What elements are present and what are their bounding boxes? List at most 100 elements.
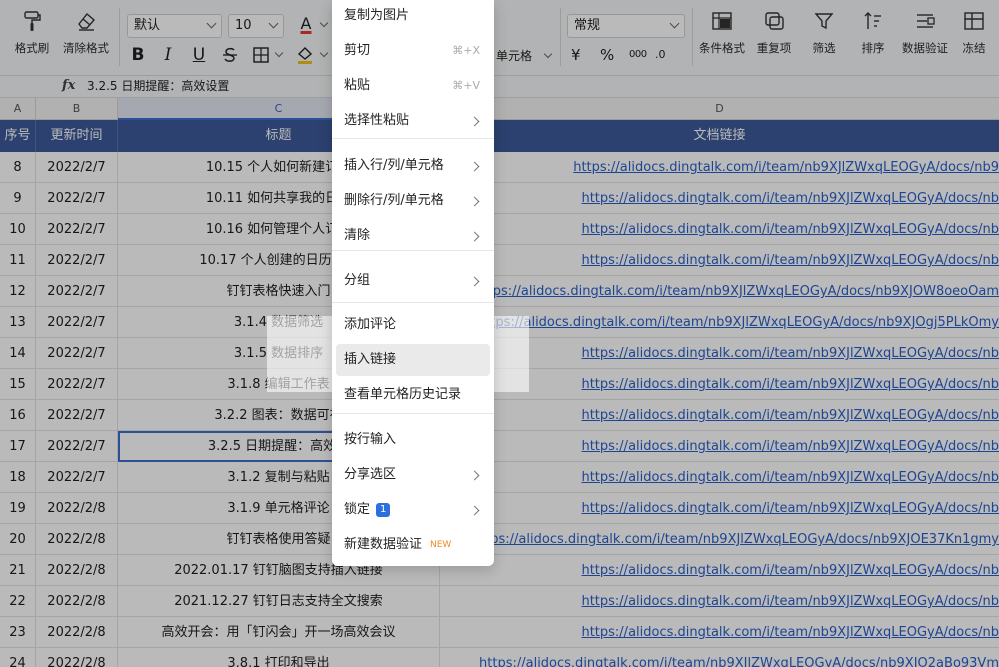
cell-doc-link[interactable]: https://alidocs.dingtalk.com/i/team/nb9X… — [440, 307, 999, 338]
cell-title[interactable]: 2021.12.27 钉钉日志支持全文搜索 — [118, 586, 440, 617]
cell-doc-link[interactable]: https://alidocs.dingtalk.com/i/team/nb9X… — [440, 524, 999, 555]
cell-updated-date[interactable]: 2022/2/8 — [36, 493, 118, 524]
underline-button[interactable]: U — [188, 44, 210, 66]
cell-updated-date[interactable]: 2022/2/8 — [36, 555, 118, 586]
cell-index[interactable]: 21 — [0, 555, 36, 586]
cell-doc-link[interactable]: https://alidocs.dingtalk.com/i/team/nb9X… — [440, 183, 999, 214]
cell-updated-date[interactable]: 2022/2/7 — [36, 183, 118, 214]
cell-updated-date[interactable]: 2022/2/7 — [36, 462, 118, 493]
cell-index[interactable]: 23 — [0, 617, 36, 648]
cell-updated-date[interactable]: 2022/2/7 — [36, 307, 118, 338]
cell-updated-date[interactable]: 2022/2/8 — [36, 617, 118, 648]
bold-button[interactable]: B — [127, 44, 149, 66]
formula-input[interactable]: 3.2.5 日期提醒：高效设置 — [87, 76, 229, 96]
menu-item-lock[interactable]: 锁定 1 — [336, 494, 490, 526]
cell-doc-link[interactable]: https://alidocs.dingtalk.com/i/team/nb9X… — [440, 493, 999, 524]
cell-index[interactable]: 24 — [0, 648, 36, 667]
cell-updated-date[interactable]: 2022/2/8 — [36, 586, 118, 617]
cell-doc-link[interactable]: https://alidocs.dingtalk.com/i/team/nb9X… — [440, 617, 999, 648]
menu-item-clear[interactable]: 清除 — [336, 220, 490, 252]
cell-updated-date[interactable]: 2022/2/8 — [36, 524, 118, 555]
thousands-button[interactable]: 000 — [629, 49, 647, 60]
cell-updated-date[interactable]: 2022/2/7 — [36, 400, 118, 431]
cell-updated-date[interactable]: 2022/2/7 — [36, 338, 118, 369]
chevron-down-icon[interactable] — [319, 48, 329, 58]
decimal-button[interactable]: .0 — [655, 48, 666, 61]
cell-title[interactable]: 高效开会：用「钉闪会」开一场高效会议 — [118, 617, 440, 648]
cell-index[interactable]: 15 — [0, 369, 36, 400]
menu-item-enter-by-row[interactable]: 按行输入 — [336, 424, 490, 456]
cell-doc-link[interactable]: https://alidocs.dingtalk.com/i/team/nb9X… — [440, 369, 999, 400]
font-size-select[interactable]: 10 — [228, 14, 284, 38]
menu-item-copy-as-image[interactable]: 复制为图片 — [336, 0, 490, 32]
chevron-down-icon[interactable] — [319, 18, 329, 28]
borders-button[interactable] — [250, 44, 272, 66]
font-color-button[interactable]: A — [294, 14, 318, 38]
italic-button[interactable]: I — [157, 44, 179, 66]
cell-doc-link[interactable]: https://alidocs.dingtalk.com/i/team/nb9X… — [440, 400, 999, 431]
menu-item-new-validation[interactable]: 新建数据验证 NEW — [336, 529, 490, 561]
strikethrough-button[interactable] — [219, 44, 241, 66]
cell-doc-link[interactable]: https://alidocs.dingtalk.com/i/team/nb9X… — [440, 214, 999, 245]
data-validation-button[interactable]: 数据验证 — [896, 10, 954, 56]
cell-index[interactable]: 14 — [0, 338, 36, 369]
menu-item-paste-special[interactable]: 选择性粘贴 — [336, 105, 490, 137]
cell-index[interactable]: 22 — [0, 586, 36, 617]
cell-index[interactable]: 9 — [0, 183, 36, 214]
fill-color-button[interactable] — [294, 44, 316, 66]
cell-updated-date[interactable]: 2022/2/7 — [36, 431, 118, 462]
header-cell-updated[interactable]: 更新时间 — [36, 120, 118, 152]
merge-cells-label[interactable]: 单元格 — [496, 47, 532, 64]
menu-item-share-selection[interactable]: 分享选区 — [336, 459, 490, 491]
cell-index[interactable]: 12 — [0, 276, 36, 307]
cell-index[interactable]: 13 — [0, 307, 36, 338]
cell-updated-date[interactable]: 2022/2/7 — [36, 369, 118, 400]
chevron-down-icon[interactable] — [543, 49, 553, 59]
cell-index[interactable]: 20 — [0, 524, 36, 555]
cell-doc-link[interactable]: https://alidocs.dingtalk.com/i/team/nb9X… — [440, 431, 999, 462]
cell-index[interactable]: 8 — [0, 152, 36, 183]
percent-button[interactable]: % — [600, 46, 614, 64]
cell-updated-date[interactable]: 2022/2/7 — [36, 276, 118, 307]
cell-index[interactable]: 17 — [0, 431, 36, 462]
header-cell-index[interactable]: 序号 — [0, 120, 36, 152]
column-header-d[interactable]: D — [440, 98, 999, 120]
cell-doc-link[interactable]: https://alidocs.dingtalk.com/i/team/nb9X… — [440, 586, 999, 617]
cell-doc-link[interactable]: https://alidocs.dingtalk.com/i/team/nb9X… — [440, 555, 999, 586]
menu-item-delete[interactable]: 删除行/列/单元格 — [336, 185, 490, 217]
duplicates-button[interactable]: 重复项 — [746, 10, 802, 56]
menu-item-insert[interactable]: 插入行/列/单元格 — [336, 150, 490, 182]
cell-doc-link[interactable]: https://alidocs.dingtalk.com/i/team/nb9X… — [440, 338, 999, 369]
cell-index[interactable]: 11 — [0, 245, 36, 276]
cell-doc-link[interactable]: https://alidocs.dingtalk.com/i/team/nb9X… — [440, 462, 999, 493]
freeze-button[interactable]: 冻结 — [950, 10, 998, 56]
cell-doc-link[interactable]: https://alidocs.dingtalk.com/i/team/nb9X… — [440, 152, 999, 183]
cell-index[interactable]: 18 — [0, 462, 36, 493]
chevron-down-icon[interactable] — [274, 48, 284, 58]
cell-doc-link[interactable]: https://alidocs.dingtalk.com/i/team/nb9X… — [440, 276, 999, 307]
menu-item-cell-history[interactable]: 查看单元格历史记录 — [336, 379, 490, 411]
menu-item-group[interactable]: 分组 — [336, 265, 490, 297]
cell-updated-date[interactable]: 2022/2/7 — [36, 152, 118, 183]
menu-item-insert-link[interactable]: 插入链接 — [336, 344, 490, 376]
clear-format-button[interactable]: 清除格式 — [58, 10, 114, 56]
cell-index[interactable]: 10 — [0, 214, 36, 245]
cell-updated-date[interactable]: 2022/2/7 — [36, 214, 118, 245]
menu-item-cut[interactable]: 剪切 ⌘+X — [336, 35, 490, 67]
cell-doc-link[interactable]: https://alidocs.dingtalk.com/i/team/nb9X… — [440, 245, 999, 276]
column-header-a[interactable]: A — [0, 98, 36, 120]
font-name-select[interactable]: 默认 — [127, 14, 222, 38]
cell-doc-link[interactable]: https://alidocs.dingtalk.com/i/team/nb9X… — [440, 648, 999, 667]
conditional-format-button[interactable]: 条件格式 — [694, 10, 750, 56]
filter-button[interactable]: 筛选 — [796, 10, 852, 56]
sort-button[interactable]: 排序 — [845, 10, 901, 56]
cell-index[interactable]: 19 — [0, 493, 36, 524]
menu-item-paste[interactable]: 粘贴 ⌘+V — [336, 70, 490, 102]
cell-index[interactable]: 16 — [0, 400, 36, 431]
number-format-select[interactable]: 常规 — [567, 14, 685, 38]
cell-title[interactable]: 3.8.1 打印和导出 — [118, 648, 440, 667]
column-header-b[interactable]: B — [36, 98, 118, 120]
header-cell-link[interactable]: 文档链接 — [440, 120, 999, 152]
cell-updated-date[interactable]: 2022/2/7 — [36, 245, 118, 276]
format-painter-button[interactable]: 格式刷 — [4, 10, 60, 56]
